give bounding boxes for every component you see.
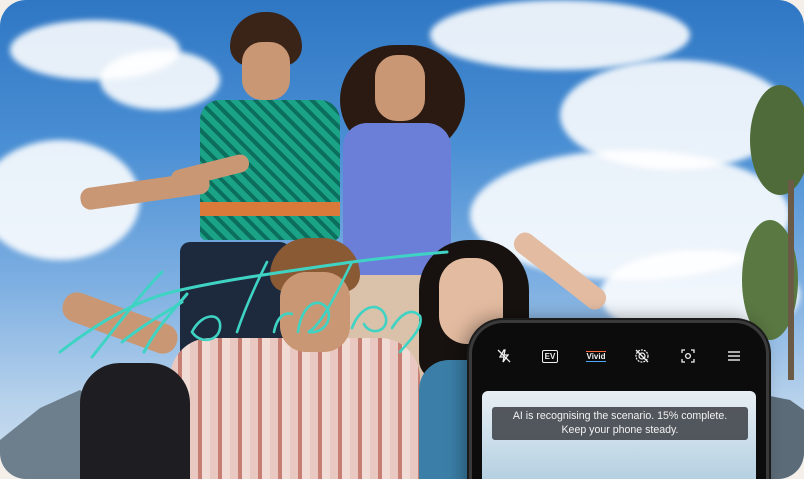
camera-viewfinder[interactable]: AI is recognising the scenario. 15% comp… (482, 391, 756, 479)
ai-scene-toast: AI is recognising the scenario. 15% comp… (492, 407, 748, 440)
vivid-label: Vivid (585, 350, 607, 362)
ev-label: EV (541, 349, 559, 363)
holidays-script-logo (58, 250, 449, 359)
menu-icon[interactable] (720, 345, 748, 367)
promo-banner: EV Vivid AI is recognising the scenario.… (0, 0, 804, 479)
focus-icon[interactable] (674, 345, 702, 367)
live-off-icon[interactable] (628, 345, 656, 367)
vivid-icon[interactable]: Vivid (582, 345, 610, 367)
flash-off-icon[interactable] (490, 345, 518, 367)
ev-icon[interactable]: EV (536, 345, 564, 367)
phone-camera-mockup: EV Vivid AI is recognising the scenario.… (469, 320, 769, 479)
camera-toolbar: EV Vivid (490, 345, 748, 367)
ai-scene-toast-text: AI is recognising the scenario. 15% comp… (512, 410, 728, 436)
